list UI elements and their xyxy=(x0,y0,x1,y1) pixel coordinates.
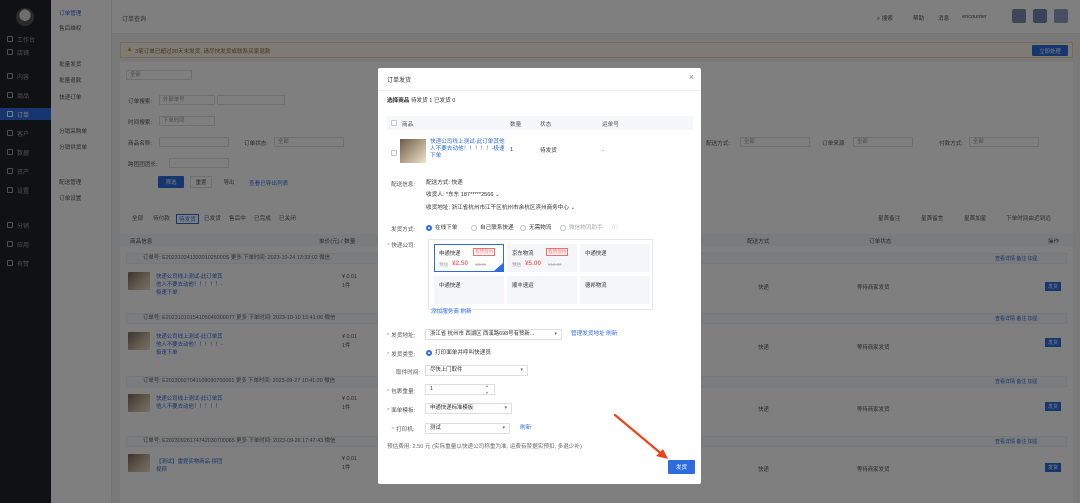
method-online-label[interactable]: 在线下单 xyxy=(435,225,457,232)
from-address-select[interactable]: 浙江省 杭州市 西湖区 西溪路698号有赞新... ▾ xyxy=(425,329,562,340)
chevron-down-icon: ▾ xyxy=(554,331,557,337)
selected-check-icon xyxy=(494,263,503,271)
chevron-down-icon: ▾ xyxy=(504,405,507,411)
col-goods: 商品 xyxy=(402,122,414,128)
method-wechat-label[interactable]: 微信物流助手 xyxy=(569,225,603,232)
chevron-down-icon: ▾ xyxy=(502,425,505,431)
col-track: 运单号 xyxy=(602,122,619,128)
refresh-address-link[interactable]: 刷新 xyxy=(606,331,617,337)
product-name-link[interactable]: 快递公司线上测试-此订单其他人不要去动他！！！！！-极速下单 xyxy=(430,139,505,160)
refresh-couriers-link[interactable]: 刷新 xyxy=(461,309,472,315)
select-goods-row: 选择商品 待发货 1 已发货 0 xyxy=(387,98,456,104)
chevron-down-icon: ▾ xyxy=(520,367,523,373)
goods-table-header: 商品 数量 状态 运单号 xyxy=(387,116,693,130)
delivery-info-label: 配送信息: xyxy=(391,182,415,188)
ship-type-radio[interactable] xyxy=(426,350,432,356)
product-track: - xyxy=(602,148,604,154)
weight-input[interactable]: 1 xyxy=(425,384,495,395)
address-links: 管理发货地址 刷新 xyxy=(571,331,617,338)
template-label: * 面单模板: xyxy=(387,408,416,414)
dialog-divider xyxy=(378,90,701,91)
ship-method-label: 发货方式: xyxy=(391,227,415,233)
courier-picker: 申通快递 有赞签约 预估 ¥2.50 ¥3.00 京东物流 有赞签约 预估 ¥5… xyxy=(428,239,653,310)
estimate-text: 预估费用: 2.50 元 (实际重量以快递公司称重为准, 运费有赞据实预扣, 多… xyxy=(387,444,582,450)
chevron-down-icon[interactable]: ⌄ xyxy=(571,205,576,211)
ship-type-value[interactable]: 打印面单并呼叫快递员 xyxy=(435,350,491,357)
col-state: 状态 xyxy=(540,122,552,128)
address-text: 收货地址: 浙江省杭州市江干区杭州市余杭区滨州商务中心 ⌄ xyxy=(426,205,576,211)
printer-label: * 打印机: xyxy=(392,427,415,433)
courier-card-deppon[interactable]: 德邦物流 xyxy=(580,276,650,304)
courier-links: 添加服务商 刷新 xyxy=(431,309,472,316)
dialog-title: 订单发货 xyxy=(387,78,412,84)
pickup-label: 取件时间: xyxy=(396,370,420,376)
product-thumbnail xyxy=(400,139,426,163)
courier-card-zto[interactable]: 中通快递 xyxy=(580,244,650,272)
courier-card-sf[interactable]: 顺丰速运 xyxy=(507,276,577,304)
refresh-printer-link: 刷新 xyxy=(520,425,532,431)
receiver-text: 收货人: *东东 187*****2566 ⌄ xyxy=(426,192,500,198)
ship-button[interactable]: 发货 xyxy=(668,460,695,474)
product-state: 待发货 xyxy=(540,148,557,154)
goods-row-checkbox[interactable] xyxy=(391,150,397,156)
select-all-checkbox[interactable] xyxy=(391,120,397,126)
method-self-radio[interactable] xyxy=(471,225,477,231)
close-icon[interactable]: × xyxy=(689,72,694,82)
weight-label: * 包裹重量: xyxy=(387,389,416,395)
annotation-arrow-icon xyxy=(613,413,668,459)
method-online-radio[interactable] xyxy=(426,225,432,231)
method-wechat-radio[interactable] xyxy=(560,225,566,231)
courier-card-jd[interactable]: 京东物流 有赞签约 预估 ¥5.00 ¥12.00 xyxy=(507,244,577,272)
delivery-method-text: 配送方式: 快递 xyxy=(426,180,463,186)
ship-type-label: * 发货类型: xyxy=(387,352,416,358)
template-select[interactable]: 申通快递标准模板 ▾ xyxy=(425,403,512,414)
col-qty: 数量 xyxy=(510,122,522,128)
courier-label: * 快递公司: xyxy=(387,243,416,249)
stepper-down-icon[interactable]: ▾ xyxy=(486,389,488,396)
stepper-up-icon[interactable]: ▴ xyxy=(486,382,488,389)
from-address-label: * 发货地址: xyxy=(387,333,416,339)
manage-address-link[interactable]: 管理发货地址 xyxy=(571,331,605,337)
method-self-label[interactable]: 自己联系快递 xyxy=(480,225,514,232)
method-none-label[interactable]: 无需物流 xyxy=(529,225,551,232)
pickup-time-select[interactable]: 尽快上门取件 ▾ xyxy=(425,365,528,376)
courier-card-sto[interactable]: 申通快递 有赞签约 预估 ¥2.50 ¥3.00 xyxy=(434,244,504,272)
method-none-radio[interactable] xyxy=(520,225,526,231)
courier-card-zto-2[interactable]: 中通快递 xyxy=(434,276,504,304)
info-icon[interactable]: ⓘ xyxy=(612,225,618,232)
add-service-link[interactable]: 添加服务商 xyxy=(431,309,459,315)
printer-select[interactable]: 测试 ▾ xyxy=(425,423,510,434)
chevron-down-icon[interactable]: ⌄ xyxy=(495,192,500,198)
product-qty: 1 xyxy=(510,147,514,153)
